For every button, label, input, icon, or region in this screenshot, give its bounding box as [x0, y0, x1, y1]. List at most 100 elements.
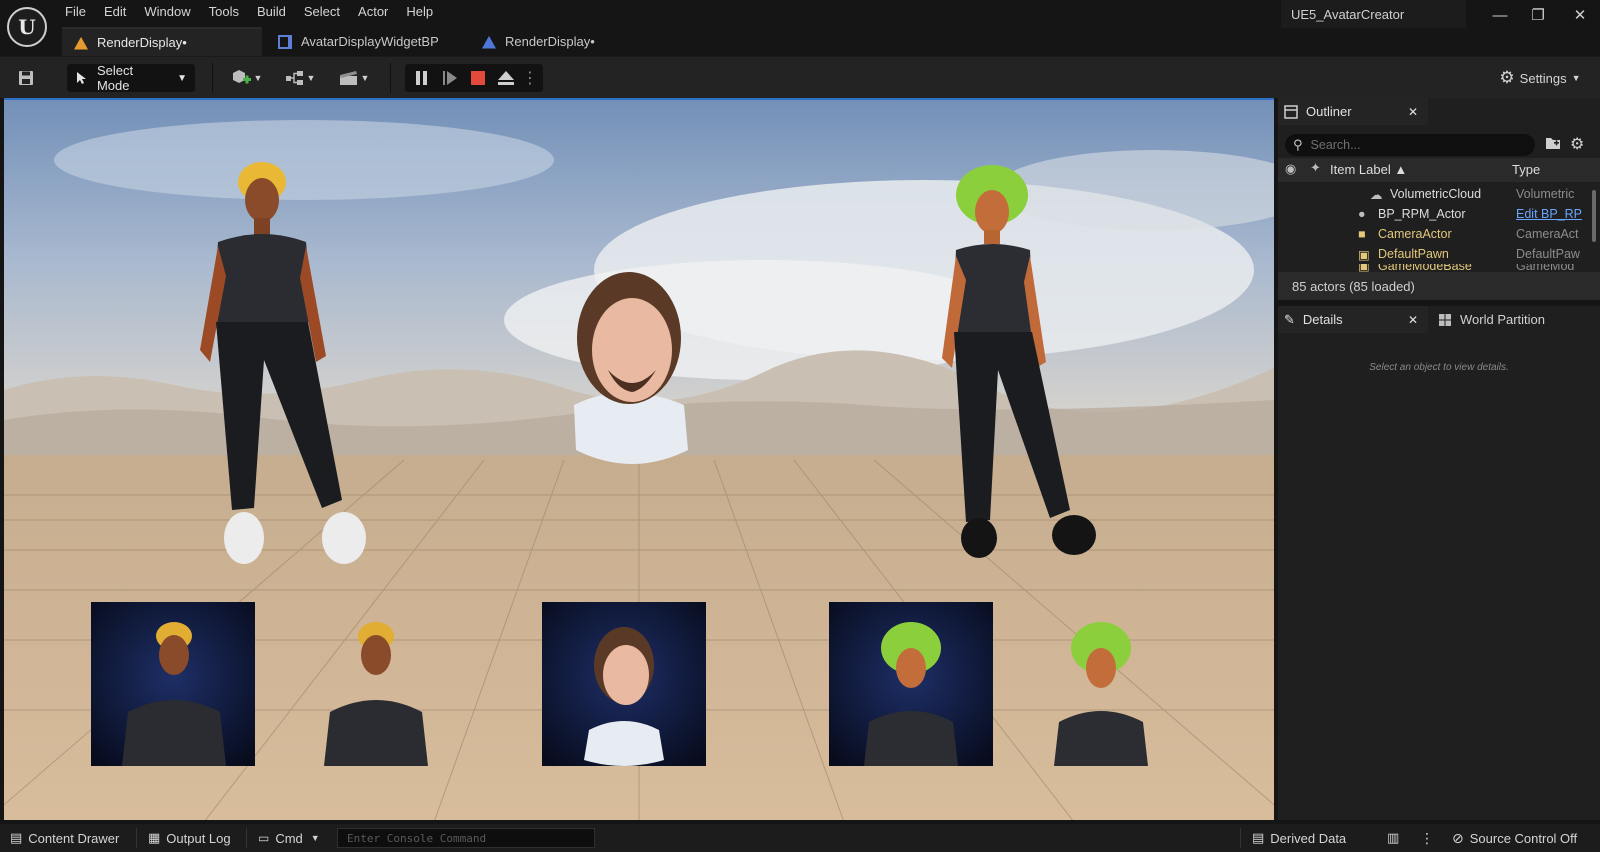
gear-icon[interactable]: ⚙ [1570, 134, 1584, 154]
eye-icon[interactable]: ◉ [1285, 161, 1296, 177]
select-mode-label: Select Mode [96, 63, 134, 93]
menu-file[interactable]: File [56, 0, 95, 24]
cmd-dropdown[interactable]: ▭ Cmd ▼ [258, 824, 320, 852]
tab-label: AvatarDisplayWidgetBP [301, 34, 439, 49]
column-item-label[interactable]: Item Label ▲ [1330, 162, 1407, 177]
column-type[interactable]: Type [1512, 162, 1540, 177]
chevron-down-icon: ▼ [306, 73, 316, 83]
derived-data-icon: ▤ [1252, 830, 1265, 845]
save-button[interactable] [12, 64, 40, 92]
menu-edit[interactable]: Edit [95, 0, 135, 24]
chevron-down-icon: ▼ [360, 73, 370, 83]
tab-render-display[interactable]: RenderDisplay• [62, 27, 262, 56]
blueprints-button[interactable]: ▼ [280, 64, 320, 92]
menu-tools[interactable]: Tools [200, 0, 248, 24]
title-bar: U File Edit Window Tools Build Select Ac… [0, 0, 1600, 56]
close-icon[interactable]: ✕ [1566, 4, 1594, 26]
outliner-row[interactable]: ☁ VolumetricCloud Volumetric [1278, 184, 1600, 204]
menu-window[interactable]: Window [135, 0, 199, 24]
close-icon[interactable]: ✕ [1408, 105, 1418, 119]
level-viewport[interactable] [4, 98, 1274, 820]
close-icon[interactable]: ✕ [1408, 313, 1418, 327]
widget-blueprint-icon [278, 34, 292, 49]
add-actor-button[interactable]: ▼ [226, 64, 266, 92]
play-controls: ⋮ [405, 64, 543, 92]
status-separator [246, 828, 247, 848]
pause-button[interactable] [409, 64, 435, 92]
output-log-icon: ▦ [148, 830, 161, 845]
row-label: VolumetricCloud [1390, 187, 1482, 201]
console-command-input[interactable]: Enter Console Command [337, 828, 595, 848]
pawn-icon: ▣ [1358, 247, 1370, 262]
outliner-row[interactable]: ■ CameraActor CameraAct [1278, 224, 1600, 244]
status-separator [1240, 828, 1241, 848]
tab-outliner[interactable]: Outliner ✕ [1278, 98, 1428, 125]
pin-icon[interactable]: ✦ [1310, 160, 1321, 176]
outliner-icon [1284, 104, 1298, 119]
stop-icon [471, 71, 485, 85]
row-type: Volumetric [1516, 187, 1575, 201]
menu-select[interactable]: Select [295, 0, 349, 24]
tab-details[interactable]: ✎ Details ✕ [1278, 306, 1428, 333]
details-empty-message: Select an object to view details. [1369, 362, 1509, 373]
camera-icon: ■ [1358, 227, 1366, 241]
outliner-search-input[interactable]: ⚲ Search... [1285, 134, 1535, 156]
project-name: UE5_AvatarCreator [1281, 0, 1466, 28]
add-folder-icon[interactable] [1545, 136, 1563, 154]
search-placeholder: Search... [1310, 138, 1361, 152]
frame-advance-button[interactable] [437, 64, 463, 92]
portrait-bust-bg[interactable] [542, 602, 706, 766]
outliner-column-header: ◉ ✦ Item Label ▲ Type [1278, 158, 1600, 182]
restore-icon[interactable]: ❐ [1524, 4, 1552, 26]
more-options-icon[interactable]: ⋮ [521, 64, 539, 92]
outliner-tab-label: Outliner [1306, 104, 1352, 119]
tab-world-partition[interactable]: World Partition [1432, 306, 1592, 333]
world-partition-tab-label: World Partition [1460, 312, 1546, 327]
edit-blueprint-link[interactable]: Edit BP_RP [1516, 207, 1588, 221]
select-mode-dropdown[interactable]: Select Mode ▼ [67, 63, 195, 93]
row-type: DefaultPaw [1516, 247, 1580, 261]
details-panel: ✎ Details ✕ World Partition Select an ob… [1278, 306, 1600, 820]
gear-icon: ⚙ [1499, 68, 1515, 87]
chevron-down-icon: ▼ [310, 833, 320, 843]
outliner-scrollbar[interactable] [1592, 190, 1596, 242]
portrait-female-green-hair-bg[interactable] [829, 602, 993, 766]
content-drawer-button[interactable]: ▤ Content Drawer [10, 824, 119, 852]
avatar-bust-brown-hair[interactable] [574, 272, 688, 464]
derived-data-button[interactable]: ▤ Derived Data [1252, 824, 1346, 852]
settings-button[interactable]: ⚙ Settings ▼ [1490, 64, 1590, 92]
menu-help[interactable]: Help [397, 0, 442, 24]
eject-button[interactable] [493, 64, 519, 92]
terminal-icon: ▭ [258, 831, 270, 845]
menu-build[interactable]: Build [248, 0, 295, 24]
status-separator [136, 828, 137, 848]
pause-icon [416, 71, 427, 85]
row-type: CameraAct [1516, 227, 1579, 241]
more-options-icon[interactable]: ⋮ [1420, 824, 1434, 852]
search-icon: ⚲ [1293, 137, 1303, 152]
viewport-scene[interactable] [4, 100, 1274, 820]
cmd-label: Cmd [275, 830, 303, 846]
source-control-button[interactable]: ⊘ Source Control Off [1452, 824, 1577, 852]
outliner-row[interactable]: ● BP_RPM_Actor Edit BP_RP [1278, 204, 1600, 224]
output-log-button[interactable]: ▦ Output Log [148, 824, 231, 852]
chevron-down-icon: ▼ [177, 72, 187, 84]
row-type: GameMod [1516, 264, 1575, 272]
world-partition-icon [1439, 313, 1451, 326]
menu-actor[interactable]: Actor [349, 0, 397, 24]
portrait-male-blond-bg[interactable] [91, 602, 255, 766]
outliner-row[interactable]: ▣ GameModeBase GameMod [1278, 264, 1600, 272]
cinematics-button[interactable]: ▼ [334, 64, 374, 92]
row-label: CameraActor [1378, 227, 1452, 241]
tab-avatar-display-widget-bp[interactable]: AvatarDisplayWidgetBP [266, 27, 466, 56]
chevron-down-icon: ▼ [253, 73, 263, 83]
tab-render-display-2[interactable]: RenderDisplay• [470, 27, 670, 56]
toolbar-separator [212, 63, 213, 93]
stop-button[interactable] [465, 64, 491, 92]
outliner-row[interactable]: ▣ DefaultPawn DefaultPaw [1278, 244, 1600, 264]
main-toolbar: Select Mode ▼ ▼ ▼ ▼ ⋮ ⚙ Settings ▼ [0, 56, 1600, 98]
minimize-icon[interactable]: — [1486, 4, 1514, 26]
network-stats-icon[interactable]: ▥ [1387, 824, 1399, 852]
cursor-icon [76, 72, 86, 84]
unreal-logo-icon[interactable]: U [7, 7, 47, 47]
